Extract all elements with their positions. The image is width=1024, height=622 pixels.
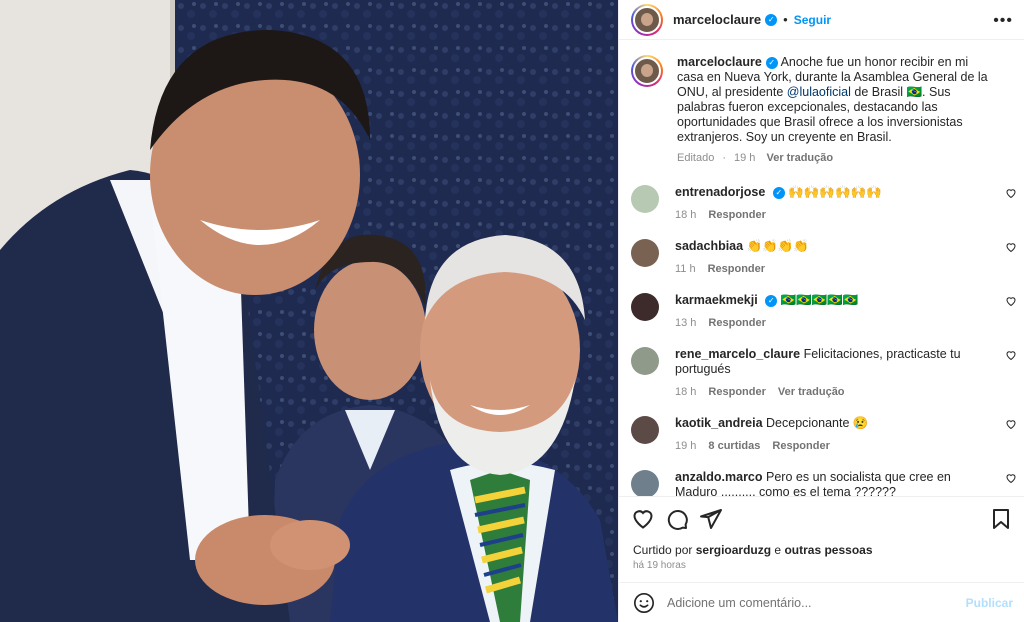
- more-options-icon[interactable]: •••: [993, 12, 1013, 30]
- add-comment-bar: Publicar: [619, 582, 1024, 622]
- comment-translate-link[interactable]: Ver tradução: [778, 386, 845, 398]
- comment-username[interactable]: karmaekmekji: [675, 293, 758, 307]
- post-caption: marceloclaure ✓ Anoche fue un honor recib…: [631, 55, 1011, 166]
- caption-translate-link[interactable]: Ver tradução: [766, 152, 833, 164]
- comment-meta: 18 h Responder: [675, 208, 995, 223]
- comment-body: karmaekmekji ✓ 🇧🇷🇧🇷🇧🇷🇧🇷🇧🇷 13 h Responder: [675, 293, 995, 331]
- likes-others[interactable]: outras pessoas: [784, 543, 872, 557]
- comment-text: Decepcionante 😢: [766, 416, 869, 430]
- verified-badge-icon: ✓: [765, 13, 778, 26]
- reply-button[interactable]: Responder: [708, 209, 765, 221]
- post-timestamp[interactable]: há 19 horas: [633, 560, 686, 571]
- reply-button[interactable]: Responder: [708, 386, 765, 398]
- comment-bubble-icon[interactable]: [665, 507, 689, 531]
- commenter-avatar[interactable]: [631, 185, 659, 213]
- caption-edited-label: Editado: [677, 152, 715, 164]
- emoji-icon[interactable]: [633, 592, 655, 614]
- follow-button[interactable]: Seguir: [794, 13, 831, 27]
- caption-mention-link[interactable]: @lulaoficial: [787, 85, 851, 99]
- avatar-image: [633, 5, 661, 34]
- comment-username[interactable]: kaotik_andreia: [675, 416, 763, 430]
- publish-button[interactable]: Publicar: [966, 596, 1013, 610]
- post-photo[interactable]: [0, 0, 618, 622]
- like-comment-heart-icon[interactable]: [1005, 349, 1017, 361]
- comment-meta: 13 h Responder: [675, 316, 995, 331]
- instagram-post-modal: marceloclaure ✓ • Seguir ••• marceloclau…: [0, 0, 1024, 622]
- commenter-avatar[interactable]: [631, 293, 659, 321]
- like-comment-heart-icon[interactable]: [1005, 418, 1017, 430]
- commenter-avatar[interactable]: [631, 347, 659, 375]
- comment-time[interactable]: 13 h: [675, 317, 696, 329]
- caption-username[interactable]: marceloclaure: [677, 55, 762, 69]
- comment-text: 🇧🇷🇧🇷🇧🇷🇧🇷🇧🇷: [780, 293, 859, 307]
- comment-time[interactable]: 18 h: [675, 386, 696, 398]
- verified-badge-icon: ✓: [772, 186, 785, 199]
- caption-meta: Editado · 19 h Ver tradução: [677, 151, 997, 166]
- comment-username[interactable]: anzaldo.marco: [675, 470, 763, 484]
- comment-meta: 19 h 8 curtidas Responder: [675, 439, 995, 454]
- comment-time[interactable]: 11 h: [675, 263, 696, 275]
- separator-dot: •: [783, 12, 788, 27]
- reply-button[interactable]: Responder: [708, 317, 765, 329]
- photo-illustration: [0, 0, 618, 622]
- caption-author-avatar[interactable]: [631, 55, 663, 87]
- verified-badge-icon: ✓: [765, 56, 778, 69]
- caption-time[interactable]: 19 h: [734, 152, 755, 164]
- likes-middle: e: [774, 543, 782, 557]
- comment-text: 👏👏👏👏: [746, 239, 809, 253]
- comment-body: rene_marcelo_claure Felicitaciones, prac…: [675, 347, 995, 400]
- reply-button[interactable]: Responder: [708, 263, 765, 275]
- author-username[interactable]: marceloclaure: [673, 12, 761, 27]
- post-side-panel: marceloclaure ✓ • Seguir ••• marceloclau…: [618, 0, 1024, 622]
- reply-button[interactable]: Responder: [772, 440, 829, 452]
- commenter-avatar[interactable]: [631, 416, 659, 444]
- post-actions-bar: Curtido por sergioarduzg e outras pessoa…: [619, 496, 1024, 582]
- comment-username[interactable]: sadachbiaa: [675, 239, 743, 253]
- commenter-avatar[interactable]: [631, 470, 659, 496]
- action-icons: [631, 507, 733, 531]
- like-comment-heart-icon[interactable]: [1005, 472, 1017, 484]
- likes-prefix: Curtido por: [633, 543, 693, 557]
- likes-user[interactable]: sergioarduzg: [696, 543, 771, 557]
- likes-summary[interactable]: Curtido por sergioarduzg e outras pessoa…: [633, 543, 873, 557]
- comment-body: kaotik_andreia Decepcionante 😢 19 h 8 cur…: [675, 416, 995, 454]
- comments-scroll-area[interactable]: marceloclaure ✓ Anoche fue un honor recib…: [619, 41, 1024, 496]
- post-header: marceloclaure ✓ • Seguir •••: [619, 0, 1024, 40]
- commenter-avatar[interactable]: [631, 239, 659, 267]
- comment-text: 🙌🙌🙌🙌🙌🙌: [788, 185, 882, 199]
- comment-input[interactable]: [667, 595, 957, 610]
- comment-body: anzaldo.marco Pero es un socialista que …: [675, 470, 995, 496]
- comment-time[interactable]: 18 h: [675, 209, 696, 221]
- like-heart-icon[interactable]: [631, 507, 655, 531]
- comment-meta: 11 h Responder: [675, 262, 995, 277]
- share-paper-plane-icon[interactable]: [699, 507, 723, 531]
- avatar-image: [633, 57, 661, 85]
- author-avatar[interactable]: [631, 3, 663, 36]
- comment-body: sadachbiaa 👏👏👏👏 11 h Responder: [675, 239, 995, 277]
- comment-username[interactable]: rene_marcelo_claure: [675, 347, 800, 361]
- like-comment-heart-icon[interactable]: [1005, 187, 1017, 199]
- comment-username[interactable]: entrenadorjose: [675, 185, 765, 199]
- caption-text: marceloclaure ✓ Anoche fue un honor recib…: [677, 55, 997, 166]
- comment-meta: 18 h Responder Ver tradução: [675, 385, 995, 400]
- verified-badge-icon: ✓: [765, 294, 778, 307]
- save-bookmark-icon[interactable]: [989, 507, 1013, 531]
- comment-body: entrenadorjose ✓ 🙌🙌🙌🙌🙌🙌 18 h Responder: [675, 185, 995, 223]
- comment-time[interactable]: 19 h: [675, 440, 696, 452]
- caption-separator: ·: [722, 152, 726, 164]
- comment-likes-count[interactable]: 8 curtidas: [708, 440, 760, 452]
- like-comment-heart-icon[interactable]: [1005, 241, 1017, 253]
- like-comment-heart-icon[interactable]: [1005, 295, 1017, 307]
